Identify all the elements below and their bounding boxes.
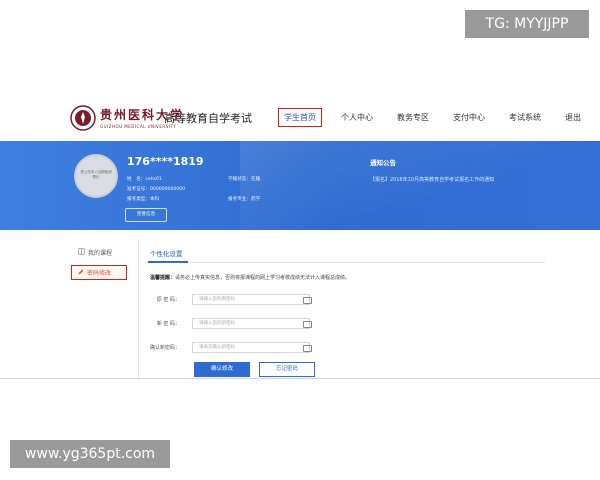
type-row: 报考类型：本科: [127, 196, 159, 202]
confirm-password-input[interactable]: 请再次确认新密码: [192, 342, 310, 353]
confirm-change-button[interactable]: 确认修改: [194, 362, 250, 377]
status-label: 学籍状态：: [228, 177, 251, 182]
nav-payment-center[interactable]: 支付中心: [448, 109, 490, 126]
tab-divider: [145, 262, 545, 263]
status-value: 在籍: [250, 177, 261, 182]
edit-icon: [78, 269, 84, 277]
menu-change-password[interactable]: 密码修改: [71, 265, 127, 280]
status-row: 学籍状态：在籍: [228, 176, 260, 182]
ticket-value: 000000000000: [149, 187, 186, 192]
student-phone: 176****1819: [127, 155, 204, 168]
notice-title: 通知公告: [370, 159, 396, 167]
nav-academic-area[interactable]: 教务专区: [392, 109, 434, 126]
major-value: 药学: [250, 197, 261, 202]
type-label: 报考类型：: [127, 197, 150, 202]
ticket-label: 准考证号：: [127, 187, 150, 192]
footer-divider: [0, 378, 600, 379]
nav-logout[interactable]: 退出: [560, 109, 586, 126]
watermark-bottom: www.yg365pt.com: [10, 440, 170, 468]
sidebar-divider: [138, 240, 139, 380]
name-row: 姓 名：cehs01: [127, 176, 162, 182]
nav-exam-system[interactable]: 考试系统: [504, 109, 546, 126]
forgot-password-button[interactable]: 忘记密码: [259, 362, 315, 377]
hint-text: 请务必上传真实信息，否则将报课程的网上学习考核成绩无法计入课程总成绩。: [175, 275, 351, 281]
menu-my-courses[interactable]: 我的课程: [78, 248, 112, 257]
new-password-label: 新 密 码：: [156, 321, 180, 327]
nav-student-home[interactable]: 学生首页: [278, 108, 322, 127]
nav-personal-center[interactable]: 个人中心: [336, 109, 378, 126]
menu-my-courses-label: 我的课程: [88, 250, 113, 257]
ticket-row: 准考证号：000000000000: [127, 186, 185, 192]
hint-label: 温馨提醒：: [150, 275, 176, 281]
university-emblem-icon: [70, 105, 96, 131]
old-password-label: 原 密 码：: [156, 297, 180, 303]
notice-item[interactable]: 【报名】2016年10月高等教育自学考试报名工作的通知: [370, 176, 494, 183]
type-value: 本科: [149, 197, 160, 202]
old-password-input[interactable]: 请输入您的原密码: [192, 294, 310, 305]
watermark-top: TG: MYYJJPP: [465, 10, 589, 38]
name-label: 姓 名：: [127, 177, 146, 182]
complete-info-button[interactable]: 完善信息: [125, 208, 167, 222]
keyboard-icon[interactable]: [303, 297, 312, 304]
name-value: cehs01: [145, 177, 162, 182]
avatar[interactable]: 请上传本人近期免冠照片: [74, 154, 118, 198]
keyboard-icon[interactable]: [303, 321, 312, 328]
major-row: 报考专业：药学: [228, 196, 260, 202]
main-nav: 学生首页 个人中心 教务专区 支付中心 考试系统 退出: [278, 108, 600, 127]
site-title: 高等教育自学考试: [164, 112, 252, 125]
warm-reminder: 温馨提醒：请务必上传真实信息，否则将报课程的网上学习考核成绩无法计入课程总成绩。: [150, 274, 350, 281]
new-password-input[interactable]: 请输入您的新密码: [192, 318, 310, 329]
menu-change-password-label: 密码修改: [87, 270, 112, 277]
major-label: 报考专业：: [228, 197, 251, 202]
confirm-password-label: 确认新密码：: [149, 345, 180, 351]
avatar-placeholder-text: 请上传本人近期免冠照片: [80, 170, 112, 179]
book-icon: [78, 248, 85, 257]
keyboard-icon[interactable]: [303, 345, 312, 352]
tab-active-underline: [148, 261, 188, 263]
tab-personal-settings[interactable]: 个性化设置: [150, 248, 183, 258]
